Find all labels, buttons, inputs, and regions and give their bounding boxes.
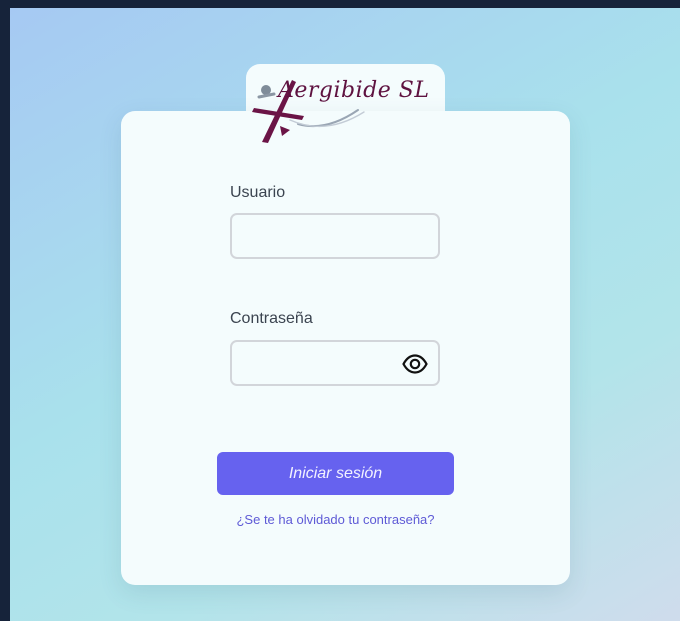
brand-name: Aergibide SL <box>278 78 430 103</box>
username-label: Usuario <box>230 184 286 201</box>
forgot-password-link[interactable]: ¿Se te ha olvidado tu contraseña? <box>229 512 442 527</box>
eye-icon[interactable] <box>402 353 428 375</box>
username-input[interactable] <box>232 215 438 257</box>
login-button[interactable]: Iniciar sesión <box>217 452 454 495</box>
brand-logo: Aergibide SL <box>246 70 430 146</box>
username-field-box <box>230 213 440 259</box>
password-label: Contraseña <box>230 310 313 327</box>
password-field-box <box>230 340 440 386</box>
